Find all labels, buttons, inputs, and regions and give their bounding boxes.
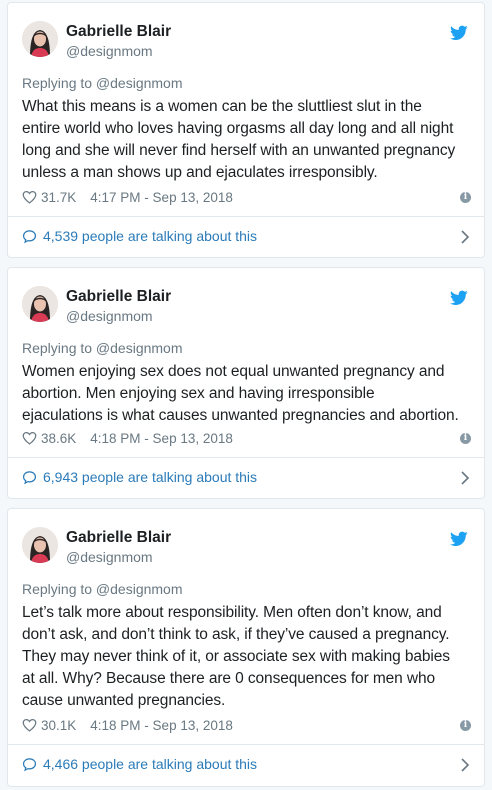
author-name[interactable]: Gabrielle Blair: [66, 288, 171, 306]
tweet-card: Gabrielle Blair @designmom Replying to @…: [7, 2, 485, 258]
info-icon[interactable]: i: [460, 192, 471, 203]
tweet-meta: 30.1K 4:18 PM - Sep 13, 2018: [22, 716, 233, 734]
like-count: 31.7K: [41, 189, 77, 205]
conversation-count: 4,539 people are talking about this: [43, 228, 258, 244]
conversation-link[interactable]: 6,943 people are talking about this: [22, 467, 257, 487]
timestamp[interactable]: 4:18 PM - Sep 13, 2018: [90, 718, 233, 733]
author-handle[interactable]: @designmom: [66, 43, 153, 59]
author-handle[interactable]: @designmom: [66, 308, 153, 324]
tweet-card: Gabrielle Blair @designmom Replying to @…: [7, 267, 485, 499]
reply-context[interactable]: Replying to @designmom: [22, 581, 183, 597]
tweet-text: Women enjoying sex does not equal unwant…: [22, 361, 480, 427]
heart-icon[interactable]: [22, 718, 37, 732]
conversation-count: 6,943 people are talking about this: [43, 469, 258, 485]
timestamp[interactable]: 4:17 PM - Sep 13, 2018: [90, 190, 233, 205]
info-icon[interactable]: i: [460, 433, 471, 444]
info-icon[interactable]: i: [460, 720, 471, 731]
avatar[interactable]: [22, 286, 58, 322]
like-count: 30.1K: [41, 717, 77, 733]
tweet-text-line: Let’s talk more about responsibility. Me…: [22, 604, 442, 621]
conversation-link[interactable]: 4,539 people are talking about this: [22, 226, 257, 246]
tweet-text-line: ejaculations is what causes unwanted pre…: [22, 407, 459, 424]
tweet-text-line: long and she will never find herself wit…: [22, 142, 456, 159]
tweet-meta: 38.6K 4:18 PM - Sep 13, 2018: [22, 429, 233, 447]
tweet-text-line: cause unwanted pregnancies.: [22, 692, 226, 709]
avatar[interactable]: [22, 21, 58, 57]
tweet-text: Let’s talk more about responsibility. Me…: [22, 602, 480, 712]
divider: [8, 457, 484, 458]
tweet-text-line: at all. Why? Because there are 0 consequ…: [22, 670, 436, 687]
conversation-link[interactable]: 4,466 people are talking about this: [22, 754, 257, 774]
conversation-count: 4,466 people are talking about this: [43, 756, 258, 772]
heart-icon[interactable]: [22, 431, 37, 445]
divider: [8, 744, 484, 745]
chevron-right-icon[interactable]: [460, 471, 470, 485]
author-handle[interactable]: @designmom: [66, 549, 153, 565]
chevron-right-icon[interactable]: [460, 758, 470, 772]
twitter-bird-icon[interactable]: [450, 531, 468, 547]
tweet-text-line: Women enjoying sex does not equal unwant…: [22, 363, 445, 380]
chevron-right-icon[interactable]: [460, 230, 470, 244]
tweet-text-line: They may never think of it, or associate…: [22, 648, 450, 665]
author-name[interactable]: Gabrielle Blair: [66, 23, 171, 41]
speech-bubble-icon: [22, 757, 37, 771]
timestamp[interactable]: 4:18 PM - Sep 13, 2018: [90, 431, 233, 446]
tweet-text: What this means is a women can be the sl…: [22, 96, 480, 184]
tweet-meta: 31.7K 4:17 PM - Sep 13, 2018: [22, 188, 233, 206]
twitter-bird-icon[interactable]: [450, 290, 468, 306]
tweet-text-line: unless a man shows up and ejaculates irr…: [22, 164, 378, 181]
tweet-text-line: abortion. Men enjoying sex and having ir…: [22, 385, 375, 402]
tweet-card: Gabrielle Blair @designmom Replying to @…: [7, 508, 485, 787]
tweet-text-line: entire world who loves having orgasms al…: [22, 120, 454, 137]
author-name[interactable]: Gabrielle Blair: [66, 529, 171, 547]
twitter-bird-icon[interactable]: [450, 25, 468, 41]
tweet-text-line: don’t ask, and don’t think to ask, if th…: [22, 626, 450, 643]
like-count: 38.6K: [41, 430, 77, 446]
speech-bubble-icon: [22, 229, 37, 243]
tweet-text-line: What this means is a women can be the sl…: [22, 98, 422, 115]
speech-bubble-icon: [22, 470, 37, 484]
reply-context[interactable]: Replying to @designmom: [22, 75, 183, 91]
avatar[interactable]: [22, 527, 58, 563]
divider: [8, 216, 484, 217]
heart-icon[interactable]: [22, 190, 37, 204]
reply-context[interactable]: Replying to @designmom: [22, 340, 183, 356]
